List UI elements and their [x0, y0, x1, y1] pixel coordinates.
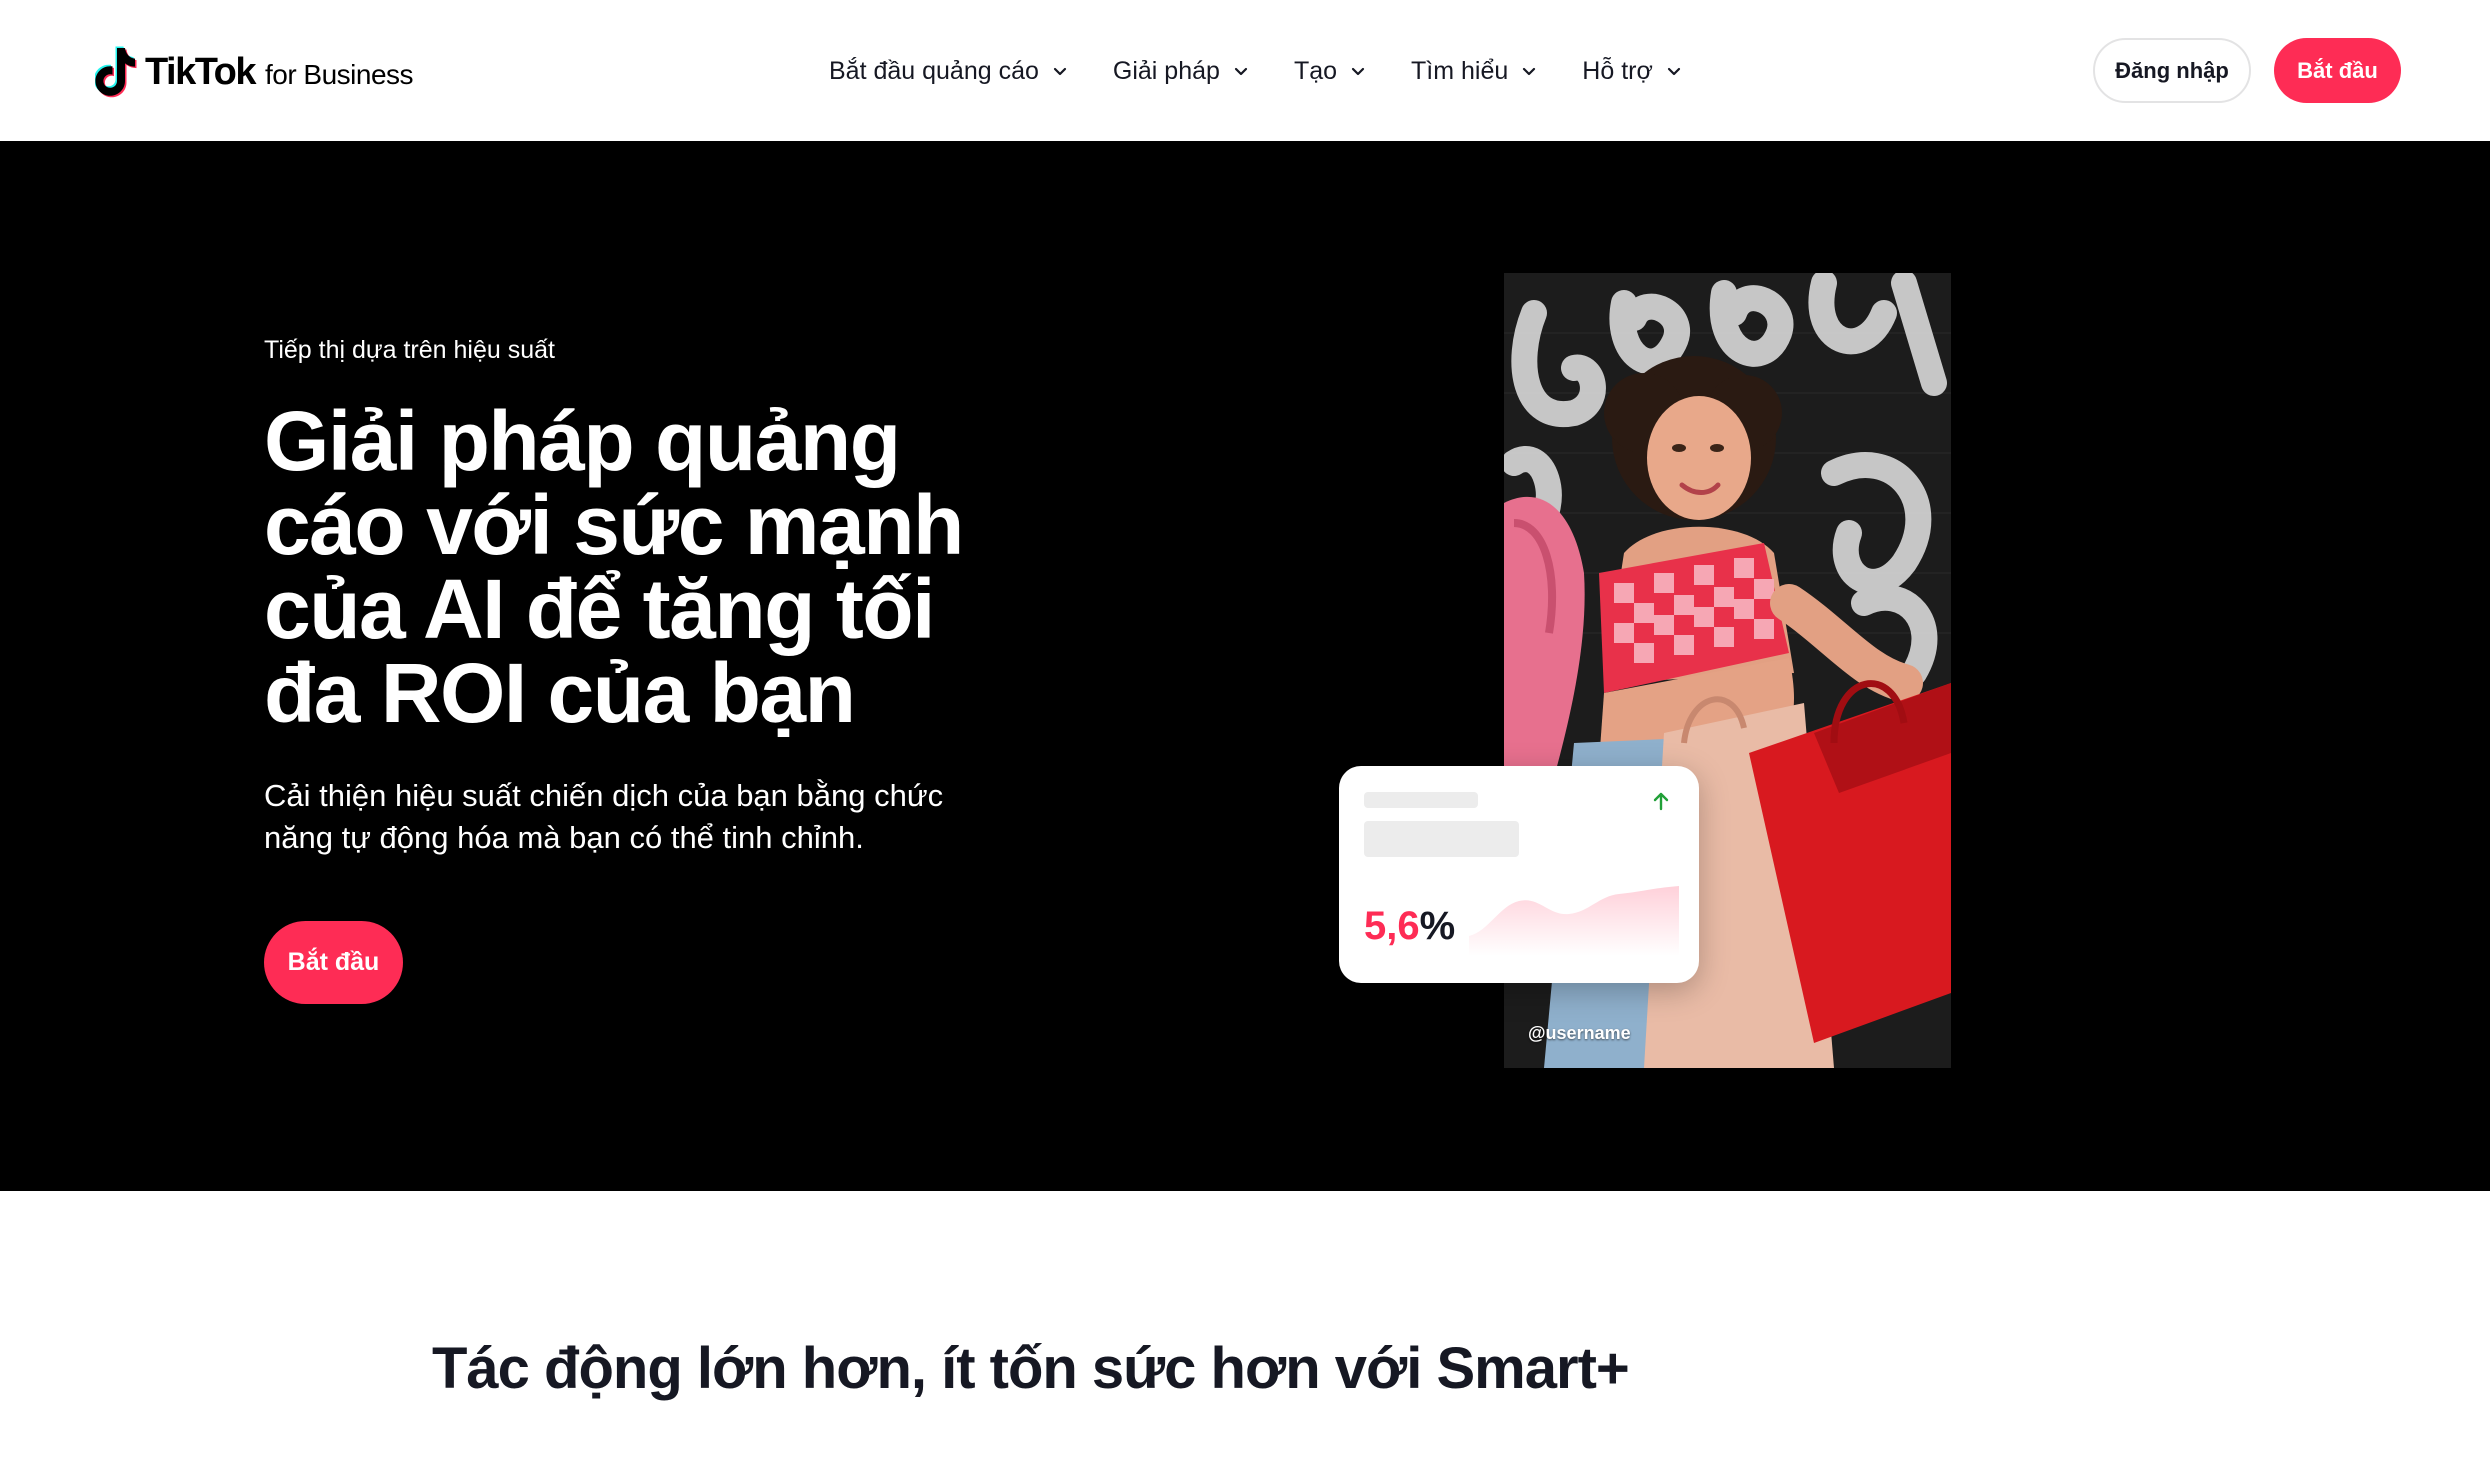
chevron-down-icon	[1234, 67, 1248, 76]
smart-plus-section-title: Tác động lớn hơn, ít tốn sức hơn với Sma…	[432, 1336, 1630, 1401]
chevron-down-icon	[1053, 67, 1067, 76]
login-button[interactable]: Đăng nhập	[2093, 38, 2251, 103]
chevron-down-icon	[1351, 67, 1365, 76]
logo-brand-text: TikTok	[145, 50, 256, 93]
nav-item-label: Bắt đầu quảng cáo	[829, 56, 1039, 85]
arrow-up-icon	[1653, 792, 1669, 811]
nav-item-label: Hỗ trợ	[1582, 56, 1653, 85]
nav-item-learn[interactable]: Tìm hiểu	[1411, 57, 1538, 86]
stat-unit: %	[1419, 904, 1456, 948]
header-start-button[interactable]: Bắt đầu	[2274, 38, 2401, 103]
nav-item-support[interactable]: Hỗ trợ	[1582, 57, 1683, 86]
hero-eyebrow: Tiếp thị dựa trên hiệu suất	[264, 336, 555, 364]
performance-stat-card: 5,6%	[1339, 766, 1699, 983]
hero-section: Tiếp thị dựa trên hiệu suất Giải pháp qu…	[0, 141, 2490, 1191]
nav-item-create[interactable]: Tạo	[1294, 57, 1367, 86]
hero-title: Giải pháp quảng cáo với sức mạnh của AI …	[264, 394, 964, 740]
tiktok-for-business-logo[interactable]: TikTok for Business	[95, 44, 414, 100]
nav-item-start-advertising[interactable]: Bắt đầu quảng cáo	[829, 57, 1069, 86]
hero-subtitle: Cải thiện hiệu suất chiến dịch của bạn b…	[264, 778, 944, 855]
skeleton-line	[1364, 792, 1478, 808]
main-nav: Bắt đầu quảng cáo Giải pháp Tạo Tìm hiểu…	[829, 48, 1683, 94]
chevron-down-icon	[1667, 67, 1680, 76]
nav-item-solutions[interactable]: Giải pháp	[1113, 57, 1250, 86]
photo-username: @username	[1528, 1023, 1631, 1043]
nav-item-label: Tìm hiểu	[1411, 56, 1509, 85]
trend-sparkline	[1469, 886, 1679, 956]
skeleton-block	[1364, 821, 1519, 857]
nav-item-label: Giải pháp	[1112, 56, 1220, 85]
tiktok-note-icon	[95, 46, 137, 98]
nav-item-label: Tạo	[1293, 56, 1338, 85]
hero-start-button[interactable]: Bắt đầu	[264, 921, 403, 1004]
stat-value: 5,6%	[1364, 904, 1455, 949]
logo-suffix-text: for Business	[264, 59, 414, 90]
site-header: TikTok for Business Bắt đầu quảng cáo Gi…	[0, 0, 2490, 141]
chevron-down-icon	[1523, 67, 1536, 76]
stat-number: 5,6	[1364, 904, 1420, 948]
